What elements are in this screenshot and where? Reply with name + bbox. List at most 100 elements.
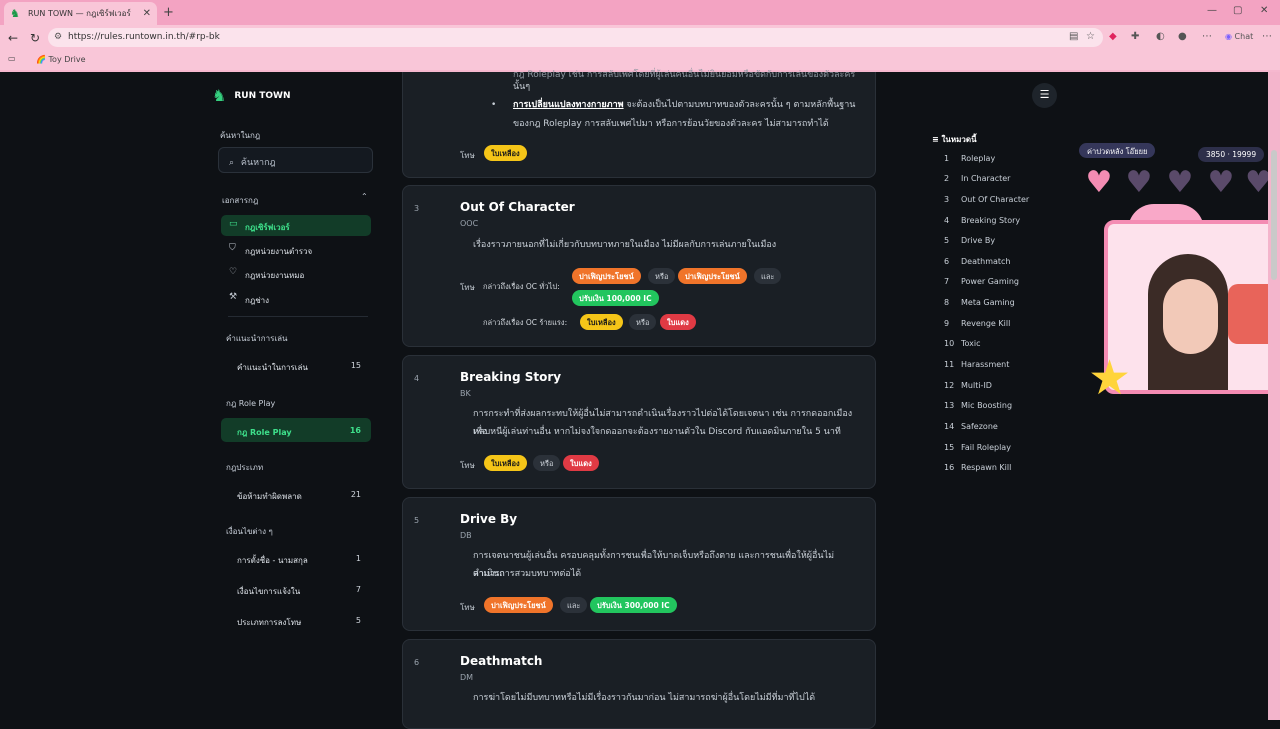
minimize-button[interactable]: — — [1207, 5, 1217, 16]
page-scrollbar[interactable] — [1268, 72, 1280, 720]
item-count: 21 — [350, 490, 361, 499]
toc-label: Harassment — [961, 360, 1010, 369]
address-bar[interactable]: ⚙ https://rules.runtown.in.th/#rp-bk — [48, 28, 1103, 47]
penalty-badge-green: ปรับเงิน 300,000 IC — [590, 597, 677, 613]
toc-num: 6 — [944, 257, 950, 266]
reader-icon[interactable]: ▤ — [1069, 31, 1078, 42]
penalty-label: โทษ — [460, 151, 475, 160]
or-badge: หรือ — [533, 455, 561, 471]
penalty-badge-orange: ปาเฟิญประโยชน์ — [572, 268, 641, 284]
toc-item[interactable]: 15 Fail Roleplay — [944, 443, 1011, 452]
new-tab-button[interactable]: + — [163, 5, 174, 20]
sidebar-item-label: กฎหน่วยงานหมอ — [245, 271, 305, 280]
maximize-button[interactable]: ▢ — [1233, 5, 1242, 16]
toc-num: 14 — [944, 422, 955, 431]
back-icon[interactable]: ← — [8, 31, 18, 45]
toc-item[interactable]: 14 Safezone — [944, 422, 998, 431]
toc-item[interactable]: 2 In Character — [944, 174, 1010, 183]
toc-item[interactable]: 10 Toxic — [944, 339, 981, 348]
penalty-label: โทษ — [460, 283, 475, 292]
or-badge: หรือ — [629, 314, 657, 330]
sidebar-item-naming[interactable]: การตั้งชื่อ - นามสกุล 1 — [221, 548, 371, 569]
rule-card-roleplay-partial: กฎ Roleplay เช่น การสลับเพศโดยที่ผู้เล่น… — [402, 70, 876, 178]
toc-item[interactable]: 1 Roleplay — [944, 154, 995, 163]
sidebar-item-label: ข้อห้ามทำผิดพลาด — [237, 492, 302, 501]
toc-item[interactable]: 9 Revenge Kill — [944, 319, 1010, 328]
toc-label: Multi-ID — [961, 381, 992, 390]
sidebar-item-report-conditions[interactable]: เงื่อนไขการแจ้งใน 7 — [221, 579, 371, 600]
sidebar-item-medic-rules[interactable]: ♡ กฎหน่วยงานหมอ — [221, 263, 371, 284]
sidebar-item-police-rules[interactable]: ⛉ กฎหน่วยงานตำรวจ — [221, 239, 371, 260]
heart-icon: ♡ — [229, 267, 238, 277]
toc-label: Power Gaming — [961, 277, 1019, 286]
menu-toggle-button[interactable]: ☰ — [1032, 83, 1057, 108]
avatar-icon[interactable]: ● — [1178, 31, 1187, 42]
star-icon[interactable]: ☆ — [1086, 31, 1095, 42]
penalty-badge-red: ใบแดง — [660, 314, 696, 330]
close-window-button[interactable]: ✕ — [1260, 5, 1268, 16]
sidebar-item-roleplay[interactable]: กฎ Role Play 16 — [221, 418, 371, 442]
collapse-chevron-icon[interactable]: ⌃ — [361, 192, 368, 201]
toc-num: 2 — [944, 174, 950, 183]
webcam-face — [1163, 279, 1218, 354]
rule-text: ของกฎ Roleplay การสลับเพศไปมา หรือการย้อ… — [513, 119, 829, 129]
toc-label: Respawn Kill — [961, 463, 1012, 472]
toc-num: 13 — [944, 401, 955, 410]
scrollbar-thumb[interactable] — [1271, 150, 1277, 280]
toc-label: Fail Roleplay — [961, 443, 1011, 452]
search-label: ค้นหาในกฎ — [220, 131, 261, 140]
toc-item[interactable]: 13 Mic Boosting — [944, 401, 1012, 410]
book-icon: ▭ — [229, 219, 238, 229]
penalty-label: โทษ — [460, 603, 475, 612]
toc-item[interactable]: 5 Drive By — [944, 236, 995, 245]
site-logo[interactable]: ♞ RUN TOWN — [212, 86, 291, 105]
item-count: 1 — [355, 554, 361, 563]
browser-tab[interactable]: ♞ RUN TOWN — กฎเซิร์ฟเวอร์ ✕ — [4, 2, 157, 25]
penalty-sub-label: กล่าวถึงเรื่อง OC ร้ายแรง: — [483, 318, 568, 327]
rule-description: เรื่องราวภายนอกที่ไม่เกี่ยวกับบทบาทภายใน… — [473, 240, 777, 250]
more-icon[interactable]: ⋯ — [1262, 31, 1272, 42]
toc-item[interactable]: 3 Out Of Character — [944, 195, 1029, 204]
sidebar-item-mechanic-rules[interactable]: ⚒ กฎช่าง — [221, 288, 371, 309]
search-placeholder: ค้นหากฎ — [240, 158, 276, 168]
sidebar-item-prohibitions[interactable]: ข้อห้ามทำผิดพลาด 21 — [221, 484, 371, 505]
extensions-icon[interactable]: ✚ — [1131, 31, 1139, 42]
item-count: 5 — [355, 616, 361, 625]
rule-number: 3 — [414, 204, 420, 213]
rule-number: 6 — [414, 658, 420, 667]
and-badge: และ — [560, 597, 588, 613]
search-input[interactable]: ⌕ ค้นหากฎ — [218, 147, 373, 173]
penalty-badge-yellow: ใบเหลือง — [580, 314, 623, 330]
toc-item[interactable]: 7 Power Gaming — [944, 277, 1019, 286]
toc-item[interactable]: 11 Harassment — [944, 360, 1009, 369]
sidebar-item-label: กฎ Role Play — [237, 428, 292, 437]
toc-label: Drive By — [961, 236, 996, 245]
profile-switch-icon[interactable]: ◐ — [1156, 31, 1165, 42]
toc-item[interactable]: 4 Breaking Story — [944, 216, 1020, 225]
sidebar-item-penalty-types[interactable]: ประเภทการลงโทษ 5 — [221, 610, 371, 631]
heart-empty-icon: ♥ — [1245, 167, 1268, 199]
sidebar-item-server-rules[interactable]: ▭ กฎเซิร์ฟเวอร์ — [221, 215, 371, 236]
toc-label: Meta Gaming — [961, 298, 1015, 307]
reload-icon[interactable]: ↻ — [30, 31, 40, 45]
sidebar-item-label: กฎหน่วยงานตำรวจ — [245, 247, 313, 256]
toc-item[interactable]: 8 Meta Gaming — [944, 298, 1015, 307]
close-tab-icon[interactable]: ✕ — [143, 8, 151, 19]
toc-item[interactable]: 12 Multi-ID — [944, 381, 992, 390]
extension-icon[interactable]: ◆ — [1109, 31, 1117, 42]
penalty-badge-orange: ปาเฟิญประโยชน์ — [678, 268, 747, 284]
toc-heading-label: ในหมวดนี้ — [941, 135, 977, 144]
sidebar-item-guide[interactable]: คำแนะนำในการเล่น 15 — [221, 355, 371, 376]
heart-empty-icon: ♥ — [1207, 165, 1235, 200]
menu-dots-icon[interactable]: ⋯ — [1202, 31, 1212, 42]
toc-item[interactable]: 6 Deathmatch — [944, 257, 1011, 266]
penalty-label: โทษ — [460, 461, 475, 470]
chat-button[interactable]: ◉ Chat — [1225, 32, 1253, 41]
toc-num: 15 — [944, 443, 955, 452]
bookmark-item[interactable]: 🌈 Toy Drive — [36, 55, 86, 64]
item-count: 15 — [350, 361, 361, 370]
penalty-badge-yellow: ใบเหลือง — [484, 455, 527, 471]
toc-item[interactable]: 16 Respawn Kill — [944, 463, 1011, 472]
site-info-icon[interactable]: ⚙ — [54, 32, 62, 42]
bookmarks-menu-icon[interactable]: ▭ — [8, 54, 16, 63]
